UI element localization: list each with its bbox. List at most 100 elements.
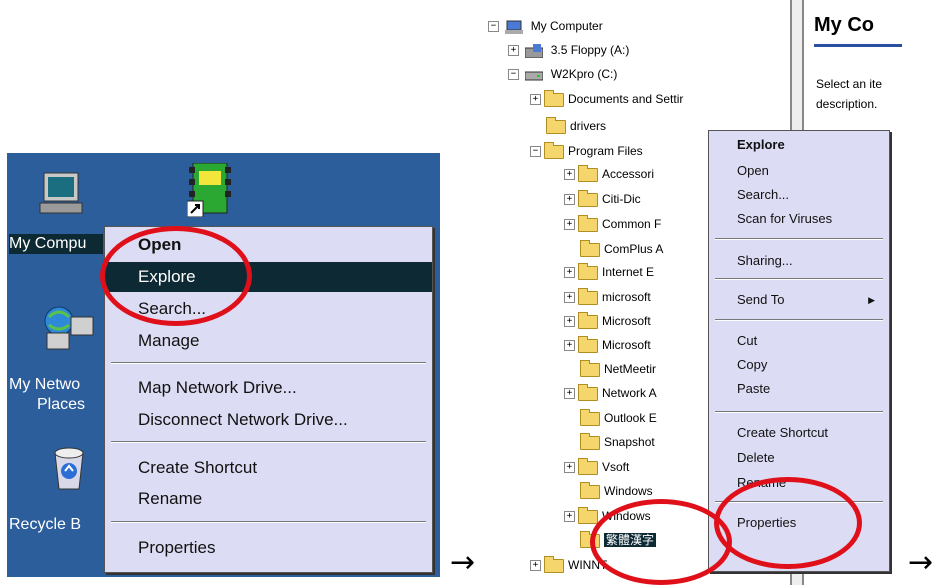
tree-node-folder[interactable]: + Vsoft: [564, 457, 629, 477]
tree-node-folder[interactable]: + microsoft: [564, 287, 651, 307]
tree-node-folder[interactable]: − Program Files: [530, 141, 643, 161]
network-places-label-line2: Places: [37, 396, 86, 413]
collapse-icon[interactable]: −: [488, 21, 499, 33]
recycle-bin-label: Recycle B: [9, 516, 82, 533]
recycle-bin-icon[interactable]: [49, 443, 89, 497]
tree-label: Outlook E: [604, 411, 657, 425]
tree-label: drivers: [570, 119, 607, 133]
highlight-ring: [590, 499, 732, 585]
tree-label: NetMeetir: [604, 362, 657, 376]
tree-label: microsoft: [602, 290, 651, 304]
menu-item-explore[interactable]: Explore: [709, 133, 889, 157]
folder-icon: [578, 457, 598, 475]
expand-icon[interactable]: +: [564, 511, 575, 523]
tree-node-folder[interactable]: + Citi-Dic: [564, 189, 641, 209]
menu-item-delete[interactable]: Delete: [709, 446, 889, 470]
tree-node-folder[interactable]: + Microsoft: [564, 335, 651, 355]
tree-label: Citi-Dic: [602, 192, 641, 206]
tree-label: Microsoft: [602, 314, 651, 328]
expand-icon[interactable]: +: [564, 462, 575, 474]
folder-icon: [578, 262, 598, 280]
description-line: description.: [816, 97, 878, 111]
expand-icon[interactable]: +: [530, 560, 541, 572]
tree-label: Common F: [602, 217, 662, 231]
menu-separator: [715, 278, 883, 280]
tree-node-folder[interactable]: + Accessori: [564, 164, 654, 184]
hard-drive-icon: [524, 71, 544, 81]
highlight-ring: [714, 477, 862, 569]
arrow-right-icon: →: [908, 545, 932, 580]
title-underline: [814, 44, 902, 47]
folder-icon: [578, 287, 598, 305]
tree-node-folder[interactable]: drivers: [546, 116, 606, 136]
tree-node-folder[interactable]: + Documents and Settir: [530, 89, 683, 109]
tree-node-folder[interactable]: ComPlus A: [580, 239, 663, 259]
tree-node-folder[interactable]: NetMeetir: [580, 359, 656, 379]
menu-item-map-network-drive[interactable]: Map Network Drive...: [105, 373, 432, 403]
menu-separator: [111, 521, 426, 523]
tree-label: 3.5 Floppy (A:): [550, 43, 630, 57]
expand-icon[interactable]: +: [564, 292, 575, 304]
network-places-icon[interactable]: [41, 303, 97, 355]
computer-icon: [505, 20, 524, 34]
tree-node-folder[interactable]: + Common F: [564, 214, 661, 234]
tree-label: W2Kpro (C:): [550, 67, 618, 81]
menu-item-sharing[interactable]: Sharing...: [709, 249, 889, 273]
expand-icon[interactable]: +: [564, 388, 575, 400]
tree-node-c-drive[interactable]: − W2Kpro (C:): [508, 64, 617, 84]
menu-item-search[interactable]: Search...: [709, 183, 889, 207]
expand-icon[interactable]: +: [564, 219, 575, 231]
tree-node-folder[interactable]: Windows: [580, 481, 653, 501]
highlight-ring: [100, 226, 252, 326]
tree-node-folder[interactable]: + Microsoft: [564, 311, 651, 331]
folder-icon: [546, 116, 566, 134]
tree-node-folder[interactable]: Outlook E: [580, 408, 657, 428]
submenu-arrow-icon: ▶: [868, 295, 875, 305]
tree-label: Snapshot: [604, 435, 655, 449]
menu-item-open[interactable]: Open: [709, 159, 889, 183]
expand-icon[interactable]: +: [564, 340, 575, 352]
tree-label: Accessori: [602, 167, 655, 181]
tree-label: ComPlus A: [604, 242, 664, 256]
expand-icon[interactable]: +: [564, 194, 575, 206]
tree-node-folder[interactable]: + Network A: [564, 383, 657, 403]
menu-item-properties[interactable]: Properties: [105, 533, 432, 563]
tree-label: Microsoft: [602, 338, 651, 352]
my-computer-desktop-icon[interactable]: [21, 171, 101, 219]
menu-item-cut[interactable]: Cut: [709, 329, 889, 353]
folder-icon: [578, 311, 598, 329]
menu-separator: [111, 362, 426, 364]
menu-item-manage[interactable]: Manage: [105, 326, 432, 356]
floppy-drive-icon: [524, 43, 544, 59]
menu-item-create-shortcut[interactable]: Create Shortcut: [709, 421, 889, 445]
tree-node-floppy[interactable]: + 3.5 Floppy (A:): [508, 40, 629, 60]
expand-icon[interactable]: +: [508, 45, 519, 57]
menu-item-scan-for-viruses[interactable]: Scan for Viruses: [709, 207, 889, 231]
folder-icon: [578, 164, 598, 182]
explorer-panel: My Co Select an ite description. − My Co…: [478, 0, 908, 585]
menu-item-rename[interactable]: Rename: [105, 484, 432, 514]
my-computer-label[interactable]: My Compu: [9, 234, 103, 254]
expand-icon[interactable]: +: [530, 94, 541, 106]
tree-label: Vsoft: [602, 460, 630, 474]
menu-item-create-shortcut[interactable]: Create Shortcut: [105, 453, 432, 483]
menu-item-disconnect-network-drive[interactable]: Disconnect Network Drive...: [105, 405, 432, 435]
expand-icon[interactable]: +: [564, 316, 575, 328]
tree-node-folder[interactable]: + Internet E: [564, 262, 654, 282]
collapse-icon[interactable]: −: [508, 69, 519, 81]
arrow-right-icon: →: [450, 545, 476, 580]
expand-icon[interactable]: +: [564, 169, 575, 181]
tree-label: Network A: [602, 386, 657, 400]
computer-icon: [39, 172, 83, 214]
collapse-icon[interactable]: −: [530, 146, 541, 158]
expand-icon[interactable]: +: [564, 267, 575, 279]
menu-item-send-to[interactable]: Send To ▶: [709, 288, 889, 312]
menu-item-paste[interactable]: Paste: [709, 377, 889, 401]
menu-item-copy[interactable]: Copy: [709, 353, 889, 377]
description-line: Select an ite: [816, 77, 883, 91]
tree-node-my-computer[interactable]: − My Computer: [488, 16, 603, 36]
folder-icon: [544, 141, 564, 159]
folder-icon: [580, 481, 600, 499]
tree-node-folder[interactable]: Snapshot: [580, 432, 655, 452]
video-file-icon[interactable]: [186, 162, 231, 221]
